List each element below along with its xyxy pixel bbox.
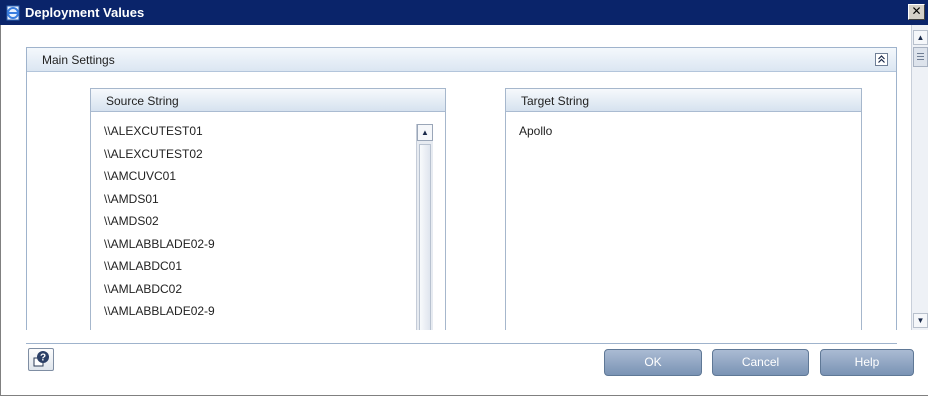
ok-button[interactable]: OK — [604, 349, 702, 376]
context-help-icon: ? — [33, 351, 49, 367]
target-string-body[interactable]: Apollo — [506, 112, 861, 330]
help-button[interactable]: Help — [820, 349, 914, 376]
list-item[interactable]: \\AMLABBLADE02-9 — [104, 304, 215, 327]
main-settings-title: Main Settings — [42, 53, 115, 67]
scroll-thumb[interactable] — [419, 144, 431, 330]
list-item[interactable]: \\AMLABDC01 — [104, 259, 215, 282]
list-item[interactable]: \\AMCUVC01 — [104, 169, 215, 192]
scroll-up-arrow-icon[interactable]: ▲ — [913, 30, 928, 45]
ie-document-icon — [6, 5, 20, 21]
list-item[interactable]: \\AMDS02 — [104, 214, 215, 237]
target-string-value[interactable]: Apollo — [519, 124, 552, 138]
window-title: Deployment Values — [25, 5, 145, 20]
cancel-button[interactable]: Cancel — [712, 349, 809, 376]
list-item[interactable]: \\AMDS01 — [104, 192, 215, 215]
scroll-down-arrow-icon[interactable]: ▼ — [913, 313, 928, 328]
window-scrollbar[interactable]: ▲ ▼ — [911, 25, 928, 330]
scroll-up-arrow-icon[interactable]: ▲ — [417, 124, 433, 141]
double-chevron-up-icon — [878, 55, 885, 63]
footer-divider — [26, 343, 897, 344]
target-string-box: Target String Apollo — [505, 88, 862, 330]
list-item[interactable]: \\ALEXCUTEST02 — [104, 147, 215, 170]
list-item[interactable]: \\AMLABDC02 — [104, 282, 215, 305]
list-item[interactable]: \\ALEXCUTEST01 — [104, 124, 215, 147]
close-button[interactable]: ✕ — [908, 4, 925, 20]
source-string-box: Source String \\ALEXCUTEST01 \\ALEXCUTES… — [90, 88, 446, 330]
svg-text:?: ? — [40, 353, 46, 364]
close-icon: ✕ — [911, 4, 922, 18]
main-settings-header[interactable]: Main Settings — [27, 48, 896, 72]
title-bar: Deployment Values ✕ — [0, 0, 928, 25]
source-string-list[interactable]: \\ALEXCUTEST01 \\ALEXCUTEST02 \\AMCUVC01… — [91, 112, 445, 330]
source-list-scrollbar[interactable]: ▲ — [416, 124, 433, 330]
context-help-button[interactable]: ? — [28, 348, 54, 371]
collapse-icon[interactable] — [875, 53, 888, 66]
list-item[interactable]: \\AMLABBLADE02-9 — [104, 237, 215, 260]
target-string-header: Target String — [506, 89, 861, 112]
scroll-thumb[interactable] — [913, 47, 928, 67]
source-string-header: Source String — [91, 89, 445, 112]
